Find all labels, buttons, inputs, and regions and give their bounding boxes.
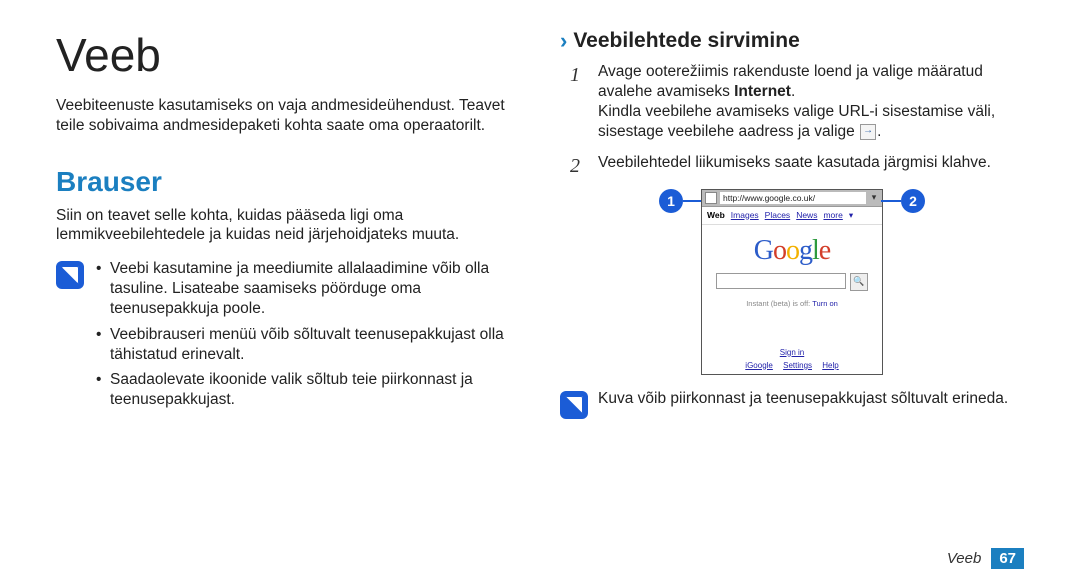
section-intro: Siin on teavet selle kohta, kuidas pääse… (56, 206, 520, 246)
note-bullet: Saadaolevate ikoonide valik sõltub teie … (94, 370, 520, 410)
bottom-links[interactable]: iGoogle Settings Help (702, 361, 882, 374)
note-icon (56, 261, 84, 289)
intro-text: Veebiteenuste kasutamiseks on vaja andme… (56, 96, 520, 136)
browser-screenshot: 1 http://www.google.co.uk/ ▾ Web Images … (560, 189, 1024, 375)
url-text[interactable]: http://www.google.co.uk/ (720, 192, 866, 204)
search-input[interactable] (716, 273, 846, 289)
instant-text: Instant (beta) is off: Turn on (702, 297, 882, 348)
page-title: Veeb (56, 28, 520, 82)
sign-in-link[interactable]: Sign in (702, 348, 882, 357)
callout-2: 2 (901, 189, 925, 213)
go-arrow-icon (860, 124, 876, 140)
footer-section-label: Veeb (947, 550, 981, 567)
note-bullet: Veebi kasutamine ja meediumite allalaadi… (94, 259, 520, 318)
url-bar[interactable]: http://www.google.co.uk/ ▾ (702, 190, 882, 207)
page-number: 67 (991, 548, 1024, 569)
section-heading-brauser: Brauser (56, 166, 520, 198)
note-icon (560, 391, 588, 419)
step-number-2: 2 (560, 153, 588, 179)
note-bullet: Veebibrauseri menüü võib sõltuvalt teenu… (94, 325, 520, 365)
callout-1: 1 (659, 189, 683, 213)
step-2-body: Veebilehtedel liikumiseks saate kasutada… (598, 153, 1024, 179)
step-number-1: 1 (560, 62, 588, 143)
chevron-icon: › (560, 28, 567, 54)
page-favicon (705, 192, 717, 204)
url-dropdown-icon[interactable]: ▾ (869, 193, 879, 203)
note-bullet-list: Veebi kasutamine ja meediumite allalaadi… (94, 259, 520, 416)
step-1-body: Avage ooterežiimis rakenduste loend ja v… (598, 62, 1024, 143)
search-button[interactable]: 🔍 (850, 273, 868, 291)
tab-bar[interactable]: Web Images Places News more▾ (702, 207, 882, 225)
note-2-text: Kuva võib piirkonnast ja teenusepakkujas… (598, 389, 1008, 409)
google-logo: Google (702, 225, 882, 273)
subheading-veebilehtede: Veebilehtede sirvimine (573, 29, 799, 53)
